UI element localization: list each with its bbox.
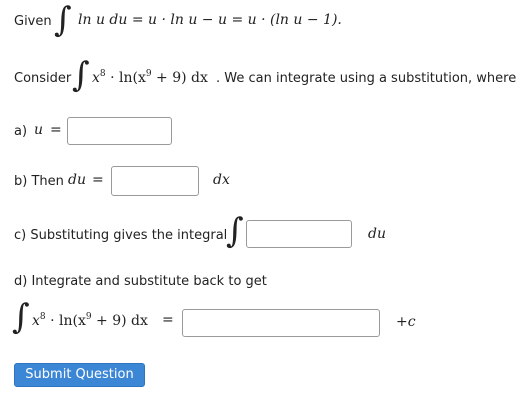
consider-text: . We can integrate using a substitution,…: [216, 71, 517, 86]
part-b-eq: =: [92, 172, 104, 188]
part-d-label: d) Integrate and substitute back to get: [14, 274, 267, 289]
part-b-label: b) Then: [14, 174, 64, 189]
consider-label: Consider: [14, 71, 72, 86]
answer-input-du[interactable]: [111, 166, 199, 196]
part-b-dx: dx: [213, 172, 230, 188]
integral-sign: ∫: [12, 297, 30, 337]
part-d-plus-c: +c: [396, 314, 416, 330]
consider-integrand: x8 · ln(x9 + 9) dx: [92, 69, 208, 86]
submit-question-button[interactable]: Submit Question: [14, 363, 145, 387]
integral-sign: ∫: [72, 55, 90, 95]
integral-sign: ∫: [54, 0, 72, 40]
answer-input-u[interactable]: [67, 117, 172, 145]
answer-input-antiderivative[interactable]: [182, 309, 380, 337]
part-d-integrand: x8 · ln(x9 + 9) dx: [32, 312, 148, 329]
integral-sign: ∫: [226, 211, 244, 251]
part-a-label: a): [14, 124, 28, 139]
given-expression: ln u du = u · ln u − u = u · (ln u − 1).: [78, 12, 342, 28]
part-a-eq: =: [50, 122, 62, 138]
part-c-label: c) Substituting gives the integral: [14, 228, 228, 243]
part-d-eq: =: [162, 312, 174, 328]
given-label: Given: [14, 14, 52, 29]
part-c-du: du: [368, 226, 386, 242]
part-a-var: u: [34, 122, 44, 138]
answer-input-integrand[interactable]: [246, 220, 352, 248]
part-b-var: du: [68, 172, 86, 188]
